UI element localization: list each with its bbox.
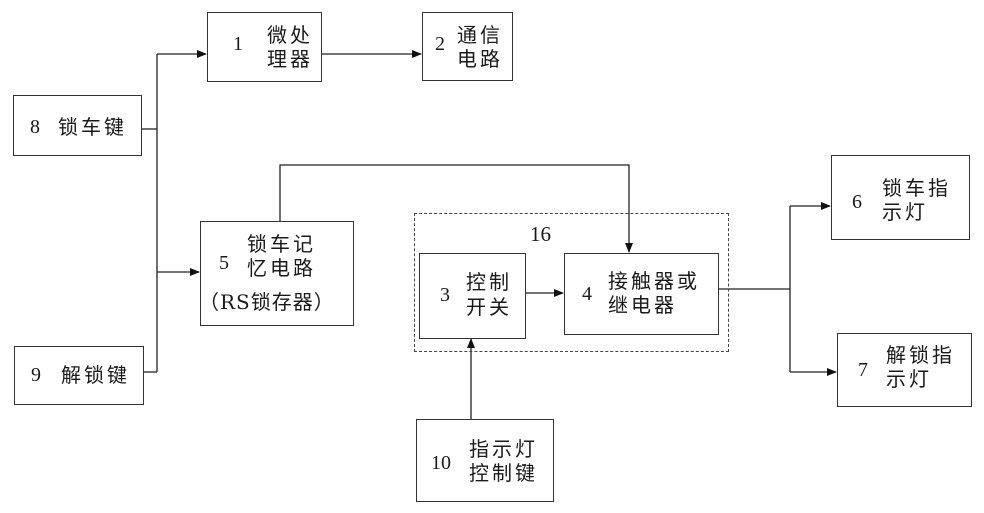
block-label-line2: 示灯 xyxy=(882,200,928,224)
block-label-line1: 指示灯 xyxy=(469,437,538,461)
block-label-line1: 解锁指 xyxy=(886,343,955,367)
block-number: 6 xyxy=(852,191,862,213)
block-label-line1: 锁车记 xyxy=(247,232,316,256)
block-label-line2: 忆电路 xyxy=(247,256,316,280)
block-label-line2: 理器 xyxy=(267,47,313,71)
block-number: 7 xyxy=(858,359,868,381)
block-label-line2: 继电器 xyxy=(608,293,677,317)
block-lock-key: 8 锁车键 xyxy=(13,95,142,156)
block-number: 9 xyxy=(31,364,41,386)
block-label-line2: 开关 xyxy=(466,295,512,319)
block-number: 8 xyxy=(30,116,40,138)
block-lock-indicator: 6 锁车指 示灯 xyxy=(831,155,970,240)
block-label-line1: 接触器或 xyxy=(608,269,700,293)
block-unlock-key: 9 解锁键 xyxy=(14,346,144,405)
block-communication-circuit: 2 通信 电路 xyxy=(422,12,513,81)
block-label-line1: 锁车键 xyxy=(58,115,127,139)
block-label-line1: 锁车指 xyxy=(882,176,951,200)
block-number: 3 xyxy=(440,284,450,306)
block-microprocessor: 1 微处 理器 xyxy=(207,12,322,82)
block-unlock-indicator: 7 解锁指 示灯 xyxy=(837,333,972,407)
group-16-number: 16 xyxy=(530,222,551,246)
block-contactor-or-relay: 4 接触器或 继电器 xyxy=(564,253,719,335)
block-label-line1: 通信 xyxy=(457,23,503,47)
block-label-line2: 示灯 xyxy=(886,367,932,391)
block-lock-memory-circuit: 5 锁车记 忆电路 （RS锁存器） xyxy=(199,221,354,326)
block-label-line3: （RS锁存器） xyxy=(199,290,335,314)
block-label-line1: 解锁键 xyxy=(61,363,130,387)
block-number: 5 xyxy=(219,252,229,274)
block-number: 4 xyxy=(582,283,592,305)
block-number: 10 xyxy=(431,452,451,474)
block-label-line2: 控制键 xyxy=(469,461,538,485)
block-number: 2 xyxy=(435,33,445,55)
block-indicator-control-key: 10 指示灯 控制键 xyxy=(416,419,554,502)
block-label-line2: 电路 xyxy=(457,47,503,71)
block-number: 1 xyxy=(233,33,243,55)
block-label-line1: 微处 xyxy=(267,23,313,47)
block-label-line1: 控制 xyxy=(466,270,512,294)
block-control-switch: 3 控制 开关 xyxy=(419,253,526,339)
